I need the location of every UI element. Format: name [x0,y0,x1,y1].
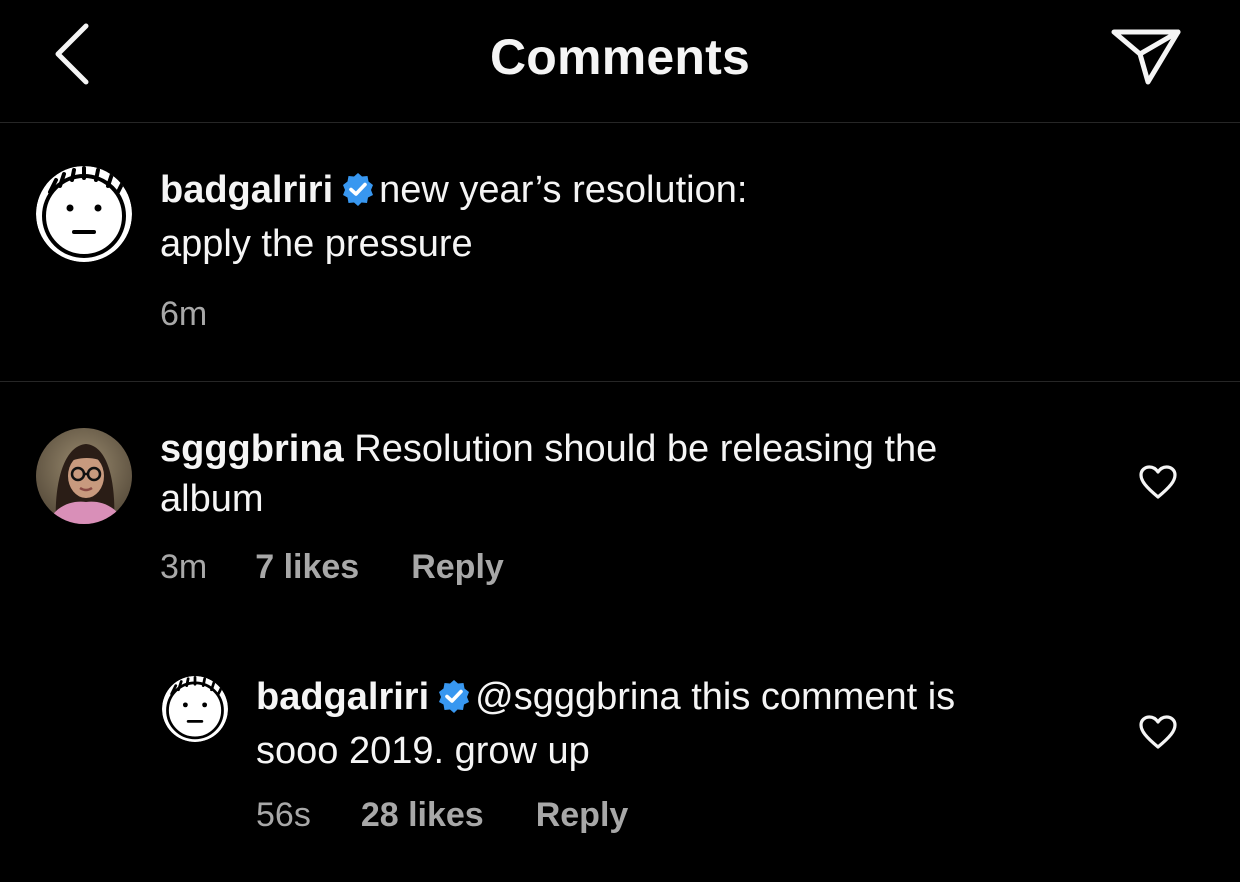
share-button[interactable] [1108,24,1184,88]
timestamp: 56s [256,796,311,834]
verified-badge-icon [437,676,471,726]
avatar[interactable] [36,428,132,524]
comment-line1: Resolution should be releasing the [354,428,938,470]
caption-line2: apply the pressure [160,223,473,265]
comment-meta: 3m 7 likes Reply [160,548,504,587]
comment-username[interactable]: sgggbrina [160,428,344,470]
like-button[interactable] [1138,714,1178,750]
like-button[interactable] [1138,464,1178,500]
reply-meta: 56s 28 likes Reply [256,796,628,835]
comment-line2: album [160,478,264,520]
cartoon-face-avatar-icon [36,166,132,262]
user-photo-avatar-icon [36,428,132,524]
avatar[interactable] [36,166,132,262]
heart-icon [1139,465,1177,499]
timestamp: 6m [160,295,208,333]
post-caption: badgalriri new year’s resolution: apply th… [0,123,1240,382]
mention-link[interactable]: @sgggbrina [475,676,680,718]
caption-line1: new year’s resolution: [379,169,748,211]
header-bar: Comments [0,0,1240,123]
page-title: Comments [490,29,750,85]
likes-count[interactable]: 28 likes [361,796,484,835]
reply-button[interactable]: Reply [536,796,629,835]
heart-icon [1139,715,1177,749]
avatar[interactable] [162,676,228,742]
reply-line1: this comment is [680,676,956,718]
caption-username[interactable]: badgalriri [160,169,333,211]
timestamp: 3m [160,548,208,586]
paper-plane-icon [1111,29,1181,85]
cartoon-face-avatar-icon [162,676,228,742]
reply-line2: sooo 2019. grow up [256,730,590,772]
caption-text: badgalriri new year’s resolution: apply th… [160,165,1200,269]
likes-count[interactable]: 7 likes [255,548,359,587]
reply-username[interactable]: badgalriri [256,676,429,718]
caption-meta: 6m [160,295,207,334]
verified-badge-icon [341,169,375,219]
reply-button[interactable]: Reply [411,548,504,587]
reply-text: badgalriri @sgggbrina this comment is sooo… [256,672,1116,776]
comment-text: sgggbrina Resolution should be releasing… [160,424,1120,524]
